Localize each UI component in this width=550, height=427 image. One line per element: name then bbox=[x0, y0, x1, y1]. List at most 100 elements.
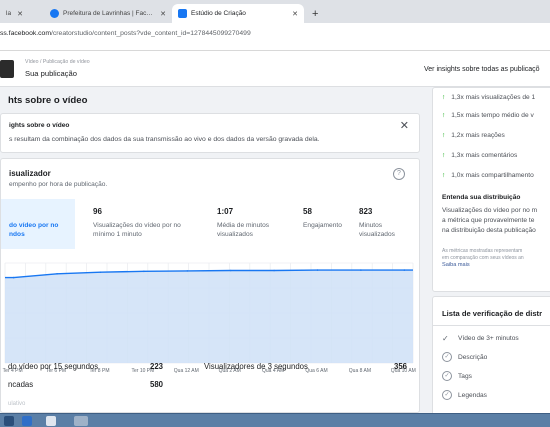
insight-item: ↑ 1,2x mais reações bbox=[442, 132, 505, 139]
stat-value: 223 bbox=[150, 362, 164, 371]
stat-value: 580 bbox=[150, 380, 164, 389]
stat-value: 356 bbox=[394, 362, 408, 371]
address-bar[interactable]: ss.facebook.com/creatorstudio/content_po… bbox=[0, 23, 550, 51]
distribution-note: As métricas mostradas representam em com… bbox=[442, 248, 524, 261]
browser-app-icon[interactable] bbox=[22, 416, 32, 426]
metric-tab[interactable]: 823 Minutos visualizados bbox=[359, 207, 395, 239]
page-avatar bbox=[0, 60, 14, 78]
close-tab-icon[interactable]: ✕ bbox=[17, 10, 23, 18]
insight-text: 1,0x mais compartilhamento bbox=[451, 172, 534, 179]
checklist-label: Legendas bbox=[458, 391, 487, 399]
browser-tab-facebook[interactable]: Prefeitura de Lavrinhas | Facebo ✕ bbox=[44, 4, 172, 23]
chart-point-9 bbox=[403, 269, 406, 271]
taskbar bbox=[0, 413, 550, 427]
metric-tab[interactable]: 58 Engajamento bbox=[303, 207, 342, 230]
stat-label: Visualizadores de 3 segundos bbox=[204, 362, 308, 371]
app-icon[interactable] bbox=[46, 416, 56, 426]
tab-label: la bbox=[6, 10, 12, 17]
info-card-description: s resultam da combinação dos dados da su… bbox=[9, 136, 320, 143]
browser-tab[interactable]: la ✕ bbox=[0, 4, 44, 23]
viewers-card-subtitle: empenho por hora de publicação. bbox=[9, 181, 108, 188]
all-insights-link[interactable]: Ver insights sobre todas as publicaçõ bbox=[424, 66, 540, 73]
chart-point-1 bbox=[56, 273, 58, 275]
metric-value: 823 bbox=[359, 207, 373, 216]
chart-point-7 bbox=[316, 269, 319, 271]
insight-item: ↑ 1,3x mais visualizações de 1 bbox=[442, 94, 535, 101]
new-tab-button[interactable]: + bbox=[304, 4, 326, 23]
insight-item: ↑ 1,5x mais tempo médio de v bbox=[442, 112, 534, 119]
divider bbox=[433, 325, 550, 326]
checklist-item[interactable]: ✓ Descrição bbox=[442, 352, 487, 362]
main-panel: hts sobre o vídeo ights sobre o vídeo s … bbox=[0, 87, 424, 413]
x-tick-label: Qua 12 AM bbox=[173, 368, 199, 374]
url-path: /creatorstudio/content_posts?vde_content… bbox=[51, 30, 251, 37]
arrow-up-icon: ↑ bbox=[442, 132, 446, 139]
url-host: ss.facebook.com bbox=[0, 30, 51, 37]
insight-item: ↑ 1,0x mais compartilhamento bbox=[442, 172, 534, 179]
check-circle-icon: ✓ bbox=[442, 390, 452, 400]
checklist-item[interactable]: ✓ Tags bbox=[442, 371, 472, 381]
check-circle-icon: ✓ bbox=[442, 371, 452, 381]
close-icon[interactable]: ✕ bbox=[400, 119, 409, 132]
metric-tab-label: do vídeo por no ndos bbox=[9, 222, 59, 238]
checklist-heading: Lista de verificação de distr bbox=[442, 309, 543, 318]
checkmark-icon: ✓ bbox=[442, 334, 449, 343]
cumulative-label: ulativo bbox=[8, 401, 26, 407]
distribution-heading: Entenda sua distribuição bbox=[442, 194, 521, 201]
info-card: ights sobre o vídeo s resultam da combin… bbox=[0, 113, 420, 153]
browser-tab-creator-studio[interactable]: Estúdio de Criação ✕ bbox=[172, 4, 304, 23]
arrow-up-icon: ↑ bbox=[442, 94, 446, 101]
help-icon[interactable]: ? bbox=[393, 168, 405, 180]
breadcrumb[interactable]: Vídeo / Publicação de vídeo bbox=[25, 59, 90, 65]
page-title: Sua publicação bbox=[25, 69, 77, 78]
metric-label: Engajamento bbox=[303, 222, 342, 229]
metric-value: 58 bbox=[303, 207, 312, 216]
metric-label: Média de minutos visualizados bbox=[217, 222, 270, 238]
viewers-card-title: isualizador bbox=[9, 169, 51, 178]
info-card-title: ights sobre o vídeo bbox=[9, 122, 70, 129]
chart-point-4 bbox=[186, 270, 189, 272]
browser-tab-bar: la ✕ Prefeitura de Lavrinhas | Facebo ✕ … bbox=[0, 0, 550, 23]
chart-point-2 bbox=[99, 271, 102, 273]
metric-value: 1:07 bbox=[217, 207, 234, 216]
stat-label: do vídeo por 15 segundos bbox=[8, 362, 99, 371]
tab-label: Estúdio de Criação bbox=[191, 10, 246, 17]
chart-area bbox=[5, 270, 413, 363]
arrow-up-icon: ↑ bbox=[442, 172, 446, 179]
insight-text: 1,3x mais visualizações de 1 bbox=[451, 94, 536, 101]
chart-point-5 bbox=[229, 269, 232, 272]
checklist-label: Vídeo de 3+ minutos bbox=[458, 335, 519, 342]
see-more-link[interactable]: Saiba mais bbox=[442, 262, 470, 268]
start-icon[interactable] bbox=[4, 416, 14, 426]
insight-text: 1,3x mais comentários bbox=[451, 152, 518, 159]
creator-studio-icon bbox=[178, 9, 187, 18]
metric-label: Visualizações do vídeo por no mínimo 1 m… bbox=[93, 222, 181, 238]
chart-point-8 bbox=[360, 269, 362, 271]
check-circle-icon: ✓ bbox=[442, 352, 452, 362]
metric-value: 96 bbox=[93, 207, 102, 216]
section-title: hts sobre o vídeo bbox=[8, 95, 88, 106]
url-text[interactable]: ss.facebook.com/creatorstudio/content_po… bbox=[0, 30, 251, 37]
checklist-label: Descrição bbox=[458, 353, 488, 361]
metric-tab[interactable]: 1:07 Média de minutos visualizados bbox=[217, 207, 269, 239]
app-icon[interactable] bbox=[74, 416, 88, 426]
checklist-label: Tags bbox=[458, 372, 472, 380]
insight-text: 1,5x mais tempo médio de v bbox=[451, 112, 534, 119]
comparison-insights-card: ↑ 1,3x mais visualizações de 1 ↑ 1,5x mais… bbox=[432, 87, 550, 292]
checklist-item[interactable]: ✓ Legendas bbox=[442, 390, 487, 400]
metric-tab-selected[interactable]: do vídeo por no ndos bbox=[1, 199, 75, 249]
close-tab-icon[interactable]: ✕ bbox=[160, 10, 166, 18]
x-tick-label: Qua 6 AM bbox=[305, 368, 328, 374]
checklist-item[interactable]: ✓ Vídeo de 3+ minutos bbox=[442, 334, 519, 343]
x-tick-label: Qua 8 AM bbox=[348, 368, 372, 374]
metric-label: Minutos visualizados bbox=[359, 222, 395, 238]
close-tab-icon[interactable]: ✕ bbox=[292, 10, 298, 18]
arrow-up-icon: ↑ bbox=[442, 152, 446, 159]
viewers-card: isualizador empenho por hora de publicaç… bbox=[0, 158, 420, 413]
chart-point-3 bbox=[143, 270, 145, 273]
insight-text: 1,2x mais reações bbox=[451, 132, 505, 139]
stat-label: ncadas bbox=[8, 380, 34, 389]
distribution-checklist-card: Lista de verificação de distr ✓ Vídeo de … bbox=[432, 296, 550, 416]
metric-tab[interactable]: 96 Visualizações do vídeo por no mínimo … bbox=[93, 207, 181, 239]
insight-item: ↑ 1,3x mais comentários bbox=[442, 152, 517, 159]
